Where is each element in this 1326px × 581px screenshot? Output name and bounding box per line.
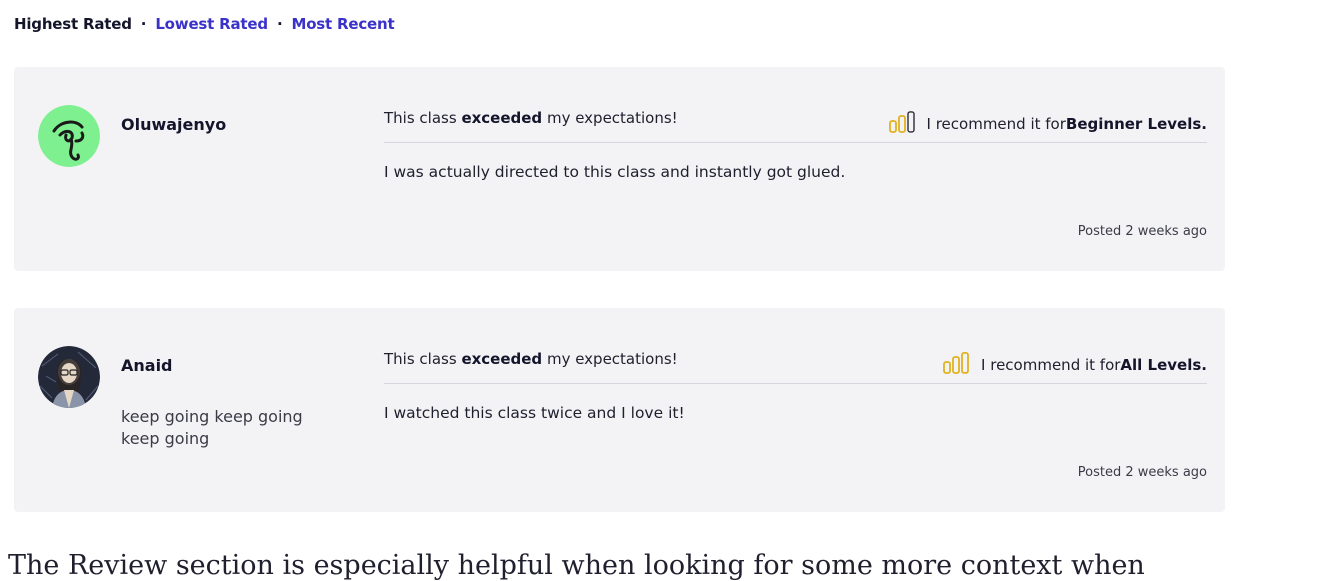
sort-lowest-rated[interactable]: Lowest Rated [155, 15, 268, 33]
headline-suffix: my expectations! [542, 350, 678, 368]
review-headline: This class exceeded my expectations! [384, 109, 678, 127]
avatar[interactable] [38, 105, 100, 167]
headline-emphasis: exceeded [461, 109, 543, 127]
level-recommendation: I recommend it for Beginner Levels. [888, 111, 1207, 137]
review-headline: This class exceeded my expectations! [384, 350, 678, 368]
review-sort-bar: Highest Rated · Lowest Rated · Most Rece… [14, 15, 395, 33]
level-recommendation: I recommend it for All Levels. [943, 351, 1207, 378]
headline-suffix: my expectations! [542, 109, 678, 127]
headline-emphasis: exceeded [461, 350, 543, 368]
sort-separator: · [276, 15, 283, 33]
reviewer-name[interactable]: Oluwajenyo [121, 115, 226, 134]
level-bars-icon [943, 351, 969, 378]
headline-prefix: This class [384, 350, 462, 368]
avatar[interactable] [38, 346, 100, 408]
green-line-art-face-avatar-icon [38, 105, 100, 167]
review-text: I watched this class twice and I love it… [384, 404, 685, 422]
review-text: I was actually directed to this class an… [384, 163, 846, 181]
level-bars-icon [888, 111, 915, 137]
dark-illustrated-portrait-avatar-icon [38, 346, 100, 408]
review-card: Anaid keep going keep going keep going T… [14, 308, 1225, 512]
recommend-prefix: I recommend it for [926, 115, 1066, 133]
sort-separator: · [140, 15, 147, 33]
sort-most-recent[interactable]: Most Recent [291, 15, 394, 33]
divider [384, 383, 1207, 384]
reviewer-name[interactable]: Anaid [121, 356, 173, 375]
posted-time: Posted 2 weeks ago [1077, 224, 1207, 239]
sort-highest-rated[interactable]: Highest Rated [14, 15, 132, 33]
recommend-prefix: I recommend it for [981, 356, 1121, 374]
recommend-level: Beginner Levels. [1065, 115, 1207, 133]
recommend-level: All Levels. [1120, 356, 1207, 374]
headline-prefix: This class [384, 109, 462, 127]
divider [384, 142, 1207, 143]
posted-time: Posted 2 weeks ago [1077, 465, 1207, 480]
article-body-text: The Review section is especially helpful… [8, 550, 1145, 581]
reviewer-bio: keep going keep going keep going [121, 407, 303, 448]
review-card: Oluwajenyo This class exceeded my expect… [14, 67, 1225, 271]
